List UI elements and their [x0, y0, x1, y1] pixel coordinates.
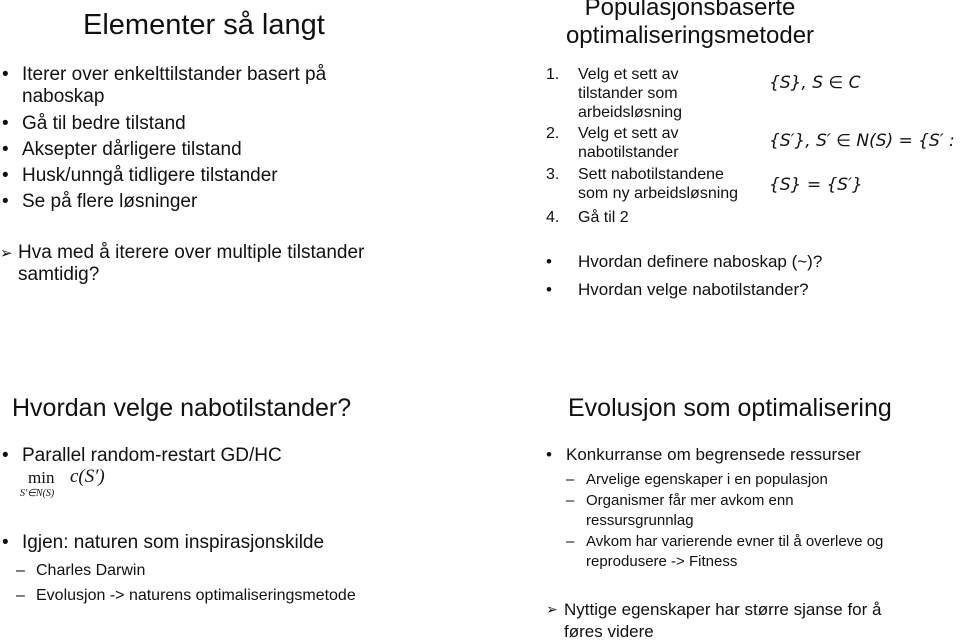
slide-title: Hvordan velge nabotilstander? [12, 394, 352, 422]
bullet-icon: • [2, 165, 9, 186]
arrow-item: ➢ Hva med å iterere over multiple tilsta… [0, 242, 365, 285]
bullet-icon: • [2, 113, 9, 134]
formula-update-set: {S} = {S′} [769, 175, 863, 195]
slide-title: Elementer så langt [83, 9, 325, 41]
sub-item: – Arvelige egenskaper i en populasjon [566, 471, 828, 488]
formula-initial-set: {S}, S ∈ C [769, 73, 861, 93]
sub-list: – Arvelige egenskaper i en populasjon – … [566, 470, 946, 572]
list-item: • Aksepter dårligere tilstand [2, 137, 472, 163]
questions-list: • Hvordan definere naboskap (~)? • Hvord… [546, 248, 822, 304]
list-item: • Iterer over enkelttilstander basert på… [2, 64, 327, 107]
step-item: 4. Gå til 2 [546, 209, 629, 226]
steps-list: 1. Velg et sett av tilstander som arbeid… [546, 65, 776, 227]
step-item: 1. Velg et sett av tilstander som arbeid… [546, 66, 683, 121]
slide-title: Evolusjon som optimalisering [568, 394, 892, 422]
bullet-icon: • [2, 532, 9, 553]
arrow-bullet-icon: ➢ [0, 244, 13, 262]
slide-elementer: Elementer så langt • Iterer over enkeltt… [0, 0, 480, 320]
arrow-bullet-icon: ➢ [546, 602, 558, 618]
sub-list: – Charles Darwin – Evolusjon -> naturens… [16, 560, 356, 606]
list-item: • Gå til bedre tilstand [2, 111, 472, 137]
list-item: • Husk/unngå tidligere tilstander [2, 163, 472, 189]
step-item: 2. Velg et sett av nabotilstander [546, 125, 679, 161]
formula-neighbor-set: {S′}, S′ ∈ N(S) = {S′ : S ~ S′} [769, 131, 960, 151]
bullet-icon: • [546, 252, 552, 271]
list-item: • Se på flere løsninger [2, 189, 472, 215]
list-item: • Parallel random-restart GD/HC [2, 443, 282, 469]
list-item: • Konkurranse om begrensede ressurser [546, 442, 861, 468]
list-item: • Hvordan velge nabotilstander? [546, 276, 822, 304]
bullet-icon: • [2, 445, 9, 466]
sub-item: – Charles Darwin [16, 562, 146, 579]
slide-hvordan-velge: Hvordan velge nabotilstander? • Parallel… [2, 394, 356, 606]
arrow-item: ➢ Nyttige egenskaper har større sjanse f… [546, 600, 882, 641]
sub-item: – Evolusjon -> naturens optimaliseringsm… [16, 587, 356, 604]
list-item: • Hvordan definere naboskap (~)? [546, 248, 822, 276]
bullet-icon: • [2, 139, 9, 160]
sub-item: – Organismer får mer avkom enn ressursgr… [566, 492, 794, 529]
step-item: 3. Sett nabotilstandene som ny arbeidslø… [546, 166, 739, 202]
bullet-icon: • [2, 191, 9, 212]
bullet-list: • Iterer over enkelttilstander basert på… [2, 64, 472, 215]
bullet-icon: • [2, 64, 9, 85]
bullet-icon: • [546, 280, 552, 299]
bullet-icon: • [546, 445, 552, 464]
list-item: • Igjen: naturen som inspirasjonskilde [2, 530, 324, 556]
slide-evolusjon: Evolusjon som optimalisering • Konkurran… [480, 320, 960, 641]
slide-title: Populasjonsbaserte optimaliseringsmetode… [565, 0, 815, 49]
slide-populasjonsbaserte: Populasjonsbaserte optimaliseringsmetode… [480, 0, 960, 320]
sub-item: – Avkom har varierende evner til å overl… [566, 533, 884, 570]
